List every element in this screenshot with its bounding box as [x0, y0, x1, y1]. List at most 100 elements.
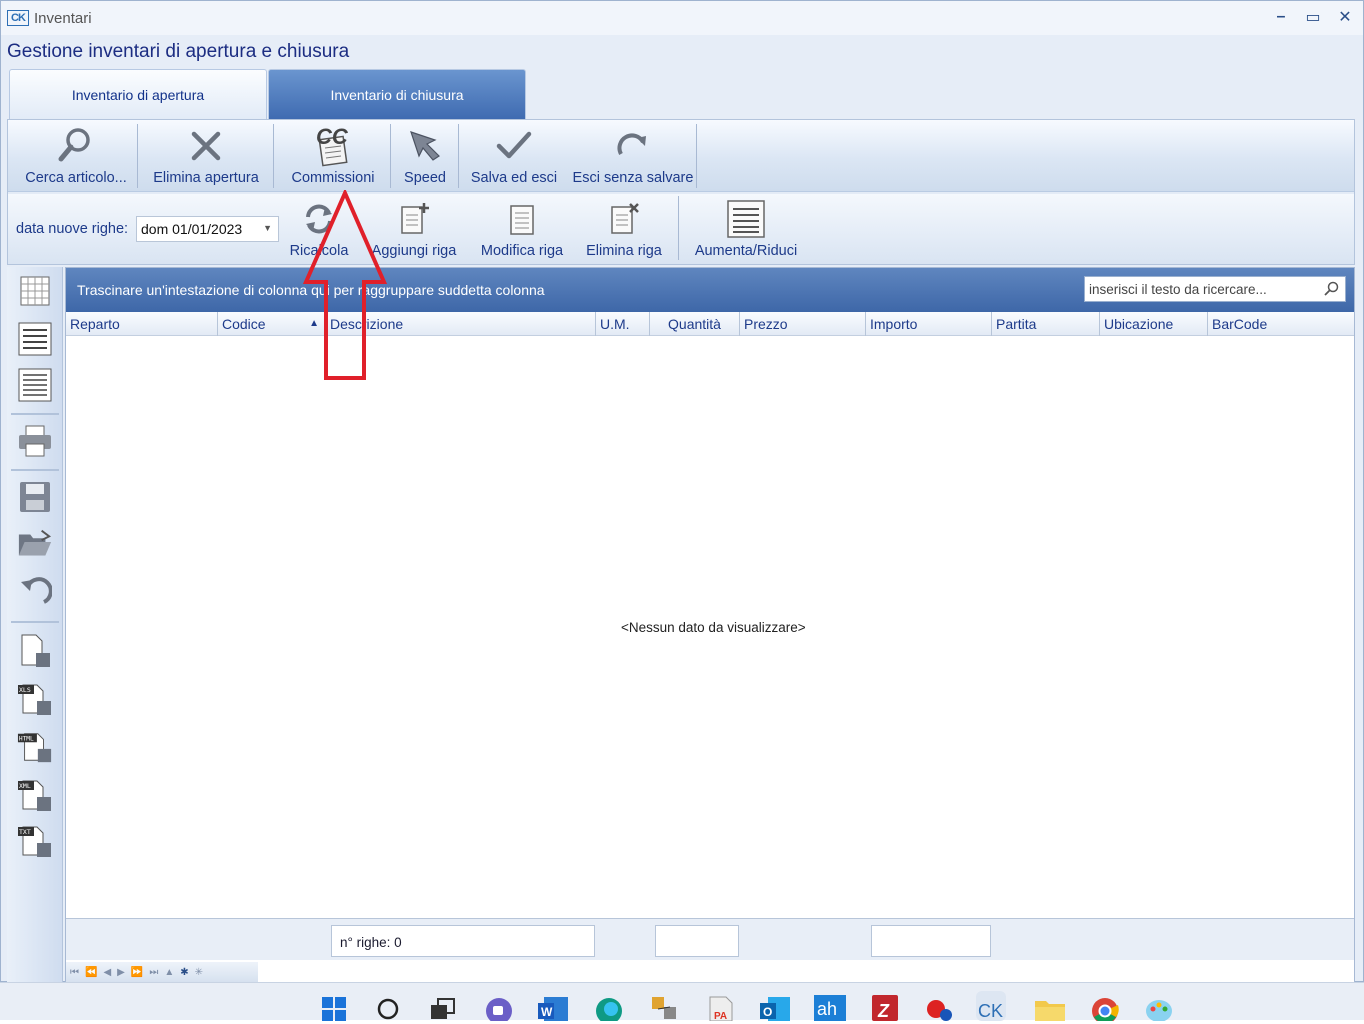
ck-app-icon[interactable]: CK — [976, 991, 1006, 1021]
red-blue-app-icon[interactable] — [924, 991, 954, 1021]
column-descrizione[interactable]: Descrizione — [326, 312, 596, 336]
delete-opening-button[interactable]: Elimina apertura — [142, 120, 270, 192]
column-partita[interactable]: Partita — [992, 312, 1100, 336]
next-record-icon[interactable]: ▶ — [117, 967, 125, 978]
start-icon[interactable] — [320, 991, 350, 1021]
checkmark-icon — [494, 126, 534, 166]
export-icon[interactable] — [17, 633, 53, 669]
document-icon — [502, 199, 542, 239]
column-quantita[interactable]: Quantità — [650, 312, 740, 336]
speed-button[interactable]: Speed — [393, 120, 457, 192]
save-exit-label: Salva ed esci — [470, 170, 558, 186]
filter-record-icon[interactable]: ✳ — [195, 967, 203, 978]
taskbar-search-icon[interactable] — [374, 991, 404, 1021]
ah-app-icon[interactable]: ah — [814, 991, 846, 1021]
x-icon — [186, 126, 226, 166]
svg-text:CK: CK — [978, 1001, 1003, 1021]
task-view-icon[interactable] — [428, 991, 458, 1021]
svg-text:ah: ah — [817, 999, 837, 1019]
record-navigator: ⏮ ⏪ ◀ ▶ ⏩ ⏭ ▲ ✱ ✳ — [66, 962, 258, 982]
date-picker[interactable]: dom 01/01/2023 ▼ — [136, 216, 279, 242]
delete-document-icon — [604, 199, 644, 239]
chevron-down-icon[interactable]: ▼ — [263, 223, 272, 233]
grid-search-placeholder: inserisci il testo da ricercare... — [1089, 282, 1267, 297]
list-icon[interactable] — [17, 321, 53, 357]
svg-text:HTML: HTML — [19, 735, 34, 742]
export-xml-icon[interactable]: XML — [17, 777, 53, 813]
sort-ascending-icon: ▲ — [309, 318, 319, 329]
commissions-label: Commissioni — [291, 170, 375, 186]
search-article-button[interactable]: Cerca articolo... — [14, 120, 138, 192]
print-icon[interactable] — [17, 423, 53, 459]
svg-text:O: O — [763, 1005, 772, 1019]
column-um[interactable]: U.M. — [596, 312, 650, 336]
undo-icon[interactable] — [17, 573, 53, 609]
expand-reduce-button[interactable]: Aumenta/Riduci — [688, 194, 804, 264]
page-title: Gestione inventari di apertura e chiusur… — [7, 41, 350, 62]
export-html-icon[interactable]: HTML — [17, 729, 53, 765]
open-folder-icon[interactable] — [17, 525, 53, 561]
edit-row-button[interactable]: Modifica riga — [472, 194, 572, 264]
window-title: Inventari — [34, 9, 92, 27]
tab-opening-inventory[interactable]: Inventario di apertura — [9, 69, 267, 119]
delete-row-label: Elimina riga — [586, 243, 662, 259]
column-barcode[interactable]: BarCode — [1208, 312, 1354, 336]
magnifier-icon — [56, 126, 96, 166]
data-grid: Trascinare un'intestazione di colonna qu… — [65, 267, 1355, 983]
prev-record-icon[interactable]: ◀ — [103, 967, 111, 978]
column-importo[interactable]: Importo — [866, 312, 992, 336]
edge-icon[interactable] — [594, 991, 624, 1024]
file-explorer-icon[interactable] — [1034, 991, 1065, 1021]
exit-no-save-button[interactable]: Esci senza salvare — [572, 120, 694, 192]
svg-text:XLS: XLS — [19, 686, 31, 694]
save-exit-button[interactable]: Salva ed esci — [464, 120, 564, 192]
lines-icon — [726, 199, 766, 239]
outlook-icon[interactable]: O — [760, 991, 790, 1021]
last-page-icon[interactable]: ⏭ — [149, 967, 158, 978]
recalc-button[interactable]: Ricalcola — [286, 194, 352, 264]
minimize-button[interactable]: – — [1269, 5, 1293, 29]
grid-icon[interactable] — [17, 273, 53, 309]
group-panel[interactable]: Trascinare un'intestazione di colonna qu… — [66, 268, 1354, 312]
delete-row-button[interactable]: Elimina riga — [580, 194, 668, 264]
close-button[interactable]: ✕ — [1333, 5, 1357, 29]
tab-closing-inventory[interactable]: Inventario di chiusura — [268, 69, 526, 119]
word-icon[interactable]: W — [538, 991, 568, 1021]
left-sidebar: XLS HTML XML TXT — [7, 267, 63, 983]
add-row-label: Aggiungi riga — [371, 243, 457, 259]
empty-message: <Nessun dato da visualizzare> — [621, 620, 806, 635]
chrome-icon[interactable] — [1090, 991, 1120, 1024]
save-icon[interactable] — [17, 479, 53, 515]
app-logo-icon: CK — [7, 10, 29, 26]
column-ubicazione[interactable]: Ubicazione — [1100, 312, 1208, 336]
insert-record-icon[interactable]: ▲ — [164, 967, 174, 978]
prev-page-icon[interactable]: ⏪ — [85, 967, 97, 978]
title-bar: CK Inventari – ▭ ✕ — [1, 1, 1363, 35]
fattura-pa-icon[interactable]: PA — [706, 991, 736, 1022]
column-prezzo[interactable]: Prezzo — [740, 312, 866, 336]
append-record-icon[interactable]: ✱ — [180, 967, 188, 978]
paint-icon[interactable] — [1144, 991, 1174, 1022]
export-txt-icon[interactable]: TXT — [17, 823, 53, 859]
teams-icon[interactable] — [484, 991, 514, 1024]
row-count: n° righe: 0 — [331, 925, 595, 957]
speed-label: Speed — [404, 170, 446, 186]
network-tool-icon[interactable] — [650, 991, 680, 1021]
add-document-icon — [394, 199, 434, 239]
svg-text:XML: XML — [19, 782, 31, 790]
svg-text:W: W — [541, 1005, 553, 1019]
date-value: dom 01/01/2023 — [141, 221, 243, 237]
column-reparto[interactable]: Reparto — [66, 312, 218, 336]
add-row-button[interactable]: Aggiungi riga — [364, 194, 464, 264]
column-codice[interactable]: Codice ▲ — [218, 312, 326, 336]
export-xls-icon[interactable]: XLS — [17, 681, 53, 717]
maximize-button[interactable]: ▭ — [1301, 5, 1325, 29]
commissions-button[interactable]: CC Commissioni — [276, 120, 390, 192]
column-codice-label: Codice — [222, 316, 266, 332]
next-page-icon[interactable]: ⏩ — [131, 967, 143, 978]
first-page-icon[interactable]: ⏮ — [70, 967, 79, 978]
toolbar-ribbon: Cerca articolo... Elimina apertura CC Co… — [7, 119, 1355, 265]
lines-icon[interactable] — [17, 367, 53, 403]
filezilla-icon[interactable]: Z — [870, 991, 900, 1021]
grid-search-input[interactable]: inserisci il testo da ricercare... — [1084, 276, 1346, 302]
